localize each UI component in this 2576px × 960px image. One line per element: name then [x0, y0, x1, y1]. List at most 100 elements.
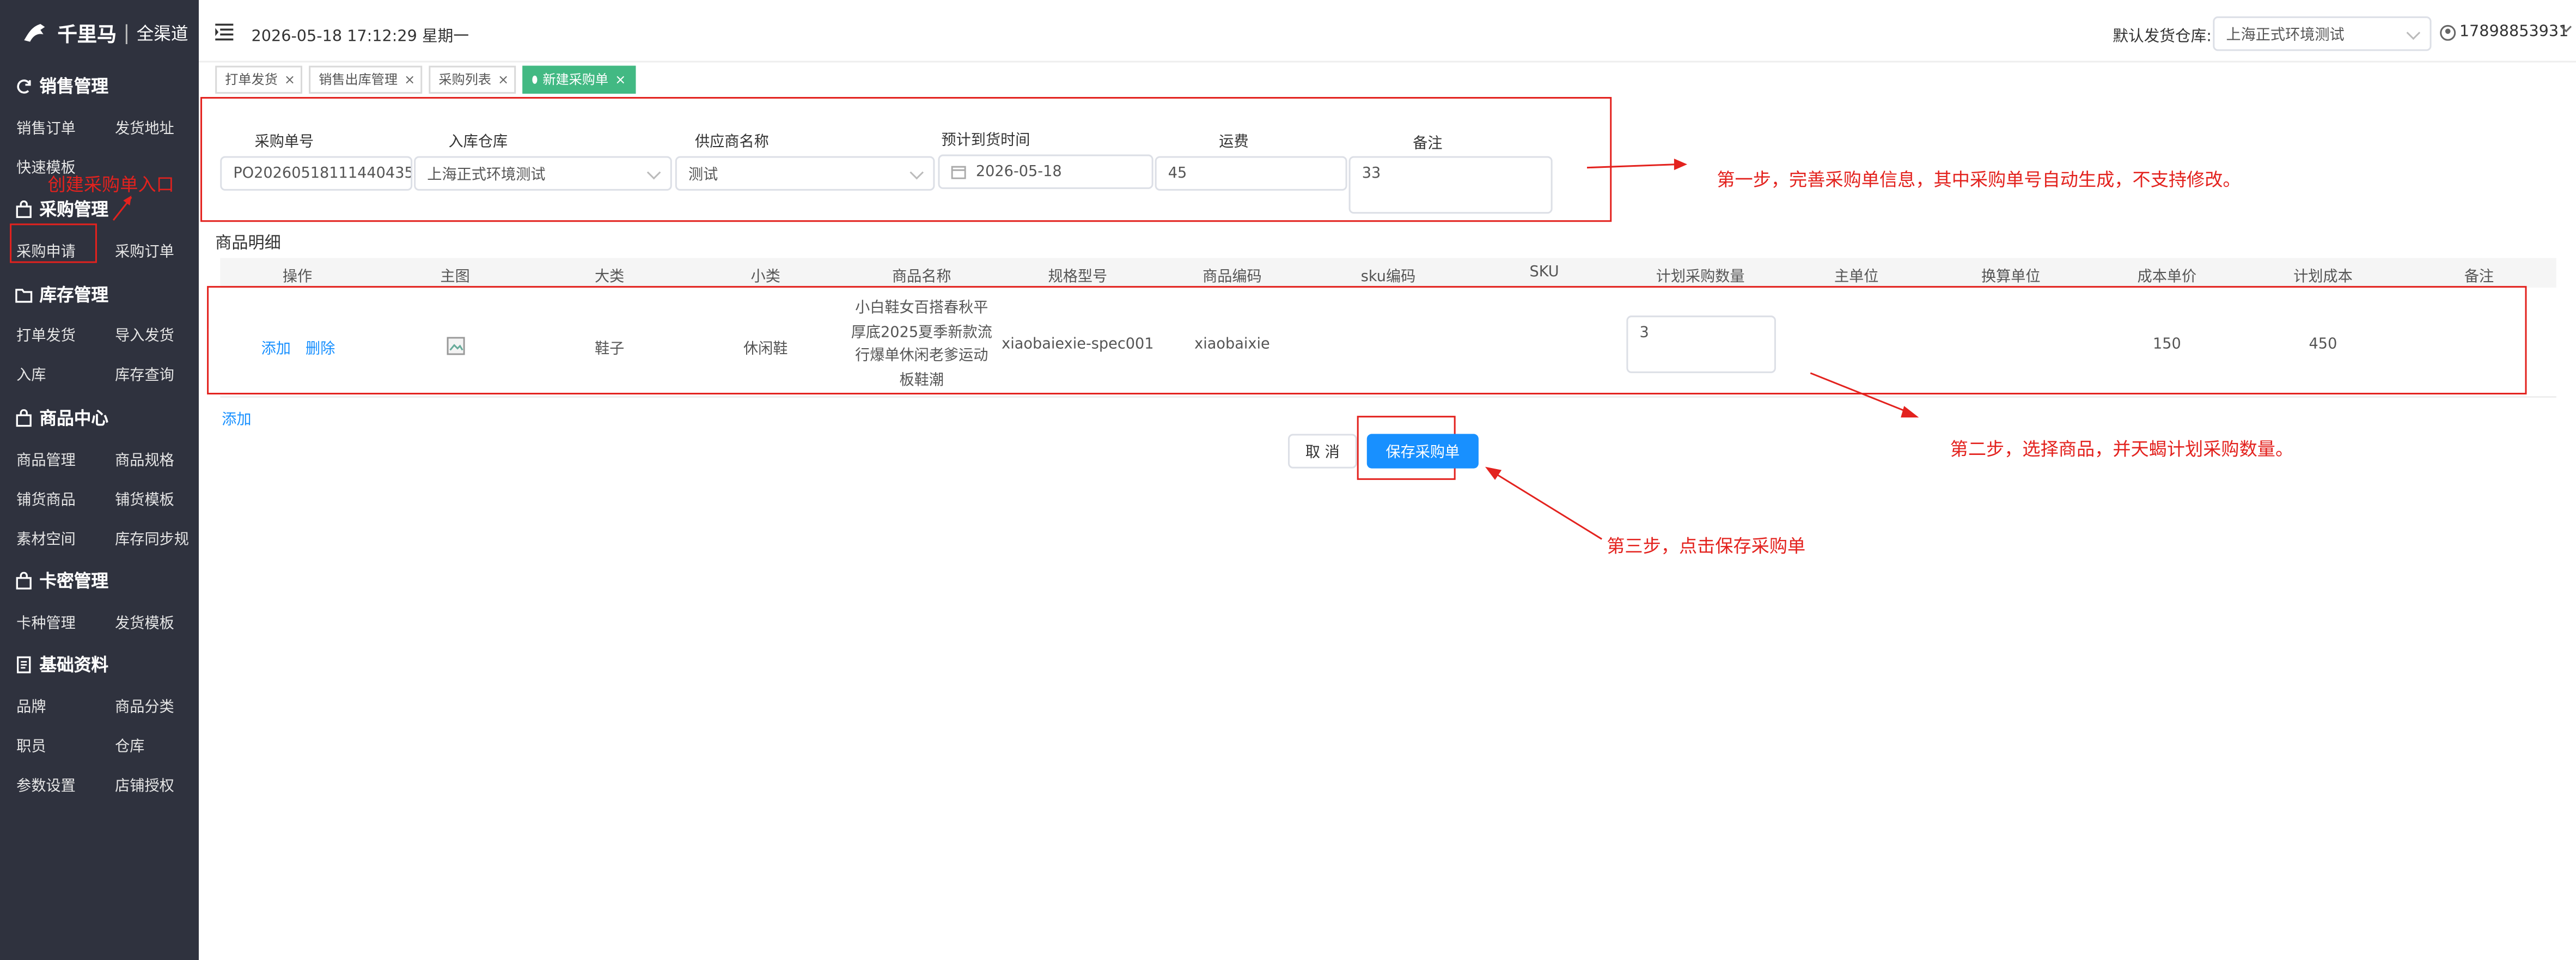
step1-annotation: 第一步，完善采购单信息，其中采购单号自动生成，不支持修改。 [1717, 169, 2241, 191]
close-icon[interactable]: × [284, 72, 295, 87]
chevron-down-icon [2406, 26, 2421, 40]
sidebar-item-card-types[interactable]: 卡种管理 [16, 611, 76, 633]
sidebar-section-sales[interactable]: 销售管理 [15, 74, 108, 99]
chevron-down-icon[interactable] [2560, 25, 2573, 34]
supplier-label: 供应商名称 [695, 135, 769, 151]
sidebar-item-distribution-template[interactable]: 铺货模板 [115, 488, 174, 509]
folder-icon [15, 289, 33, 303]
sidebar-section-basics[interactable]: 基础资料 [15, 653, 108, 677]
doc-icon [17, 656, 31, 673]
column-header: SKU [1529, 264, 1559, 281]
tab-sales-outbound[interactable]: 销售出库管理 × [309, 65, 423, 94]
eta-date-picker[interactable]: 2026-05-18 [938, 154, 1153, 189]
add-row-link[interactable]: 添加 [222, 408, 251, 429]
supplier-select[interactable]: 测试 [675, 156, 935, 191]
product-name-line: 板鞋潮 [899, 372, 944, 389]
sidebar-item-product-spec[interactable]: 商品规格 [115, 449, 174, 470]
plan-qty-textarea[interactable]: 3 [1626, 315, 1776, 373]
sidebar-item-ship-address[interactable]: 发货地址 [115, 117, 174, 138]
tab-label: 打单发货 [225, 72, 278, 87]
sidebar-item-import-ship[interactable]: 导入发货 [115, 324, 174, 345]
bag-icon [16, 200, 32, 218]
sidebar-item-sales-orders[interactable]: 销售订单 [16, 117, 76, 138]
step2-arrow-icon [1810, 372, 1919, 418]
sidebar-item-category[interactable]: 商品分类 [115, 695, 174, 716]
column-header: 商品名称 [892, 269, 951, 286]
sidebar-item-print-ship[interactable]: 打单发货 [16, 324, 76, 345]
cell-subcategory: 休闲鞋 [743, 342, 788, 359]
sidebar-item-stock-query[interactable]: 库存查询 [115, 363, 174, 385]
column-header: 计划采购数量 [1656, 269, 1745, 286]
cell-plan-cost: 450 [2309, 337, 2337, 354]
sidebar-section-cards[interactable]: 卡密管理 [15, 569, 108, 593]
remark-textarea[interactable]: 33 [1348, 156, 1553, 214]
section-title: 库存管理 [39, 285, 109, 306]
supplier-value: 测试 [688, 167, 718, 184]
tab-purchase-list[interactable]: 采购列表 × [429, 65, 516, 94]
calendar-icon [951, 166, 966, 179]
row-add-link[interactable]: 添加 [261, 337, 291, 358]
entry-arrow-icon [112, 195, 132, 221]
sidebar-item-warehouse[interactable]: 仓库 [115, 734, 144, 756]
cell-category: 鞋子 [594, 342, 625, 359]
sidebar-section-products[interactable]: 商品中心 [15, 406, 108, 430]
default-warehouse-value: 上海正式环境测试 [2226, 28, 2345, 45]
tab-new-purchase-order[interactable]: 新建采购单 × [522, 65, 636, 94]
column-header: 操作 [282, 269, 313, 286]
section-title: 销售管理 [39, 77, 109, 97]
product-name-line: 行爆单休闲老爹运动 [855, 348, 988, 365]
warehouse-select[interactable]: 上海正式环境测试 [414, 156, 672, 191]
eta-value: 2026-05-18 [975, 163, 1062, 180]
sidebar-item-shop-auth[interactable]: 店铺授权 [115, 774, 174, 795]
bag-icon [16, 572, 32, 590]
sidebar-item-distribution-products[interactable]: 铺货商品 [16, 488, 76, 509]
warehouse-value: 上海正式环境测试 [427, 167, 546, 184]
po-no-input[interactable]: PO20260518111440435€ [220, 156, 413, 191]
sidebar-item-ship-template[interactable]: 发货模板 [115, 611, 174, 633]
horse-logo-icon [24, 24, 45, 42]
warehouse-label: 入库仓库 [448, 135, 508, 151]
tab-label: 采购列表 [438, 72, 491, 87]
broken-image-icon [447, 337, 465, 355]
sidebar-item-brand[interactable]: 品牌 [16, 695, 46, 716]
column-header: 主单位 [1834, 269, 1879, 286]
column-header: 换算单位 [1981, 269, 2041, 286]
user-account[interactable]: 17898853931 [2459, 23, 2569, 41]
sidebar-section-purchase[interactable]: 采购管理 [15, 197, 108, 222]
menu-fold-icon[interactable] [215, 23, 235, 41]
save-purchase-order-button[interactable]: 保存采购单 [1366, 434, 1479, 469]
brand-logo[interactable]: 千里马 | 全渠道 [20, 15, 188, 51]
freight-input[interactable]: 45 [1155, 156, 1347, 191]
chevron-down-icon [909, 165, 924, 180]
detail-section-title: 商品明细 [215, 235, 281, 253]
sidebar-section-inventory[interactable]: 库存管理 [15, 283, 108, 307]
sidebar-item-stock-sync[interactable]: 库存同步规 [115, 527, 191, 549]
column-header: 主图 [440, 269, 470, 286]
sidebar-item-purchase-orders[interactable]: 采购订单 [115, 240, 174, 261]
sidebar-item-settings[interactable]: 参数设置 [16, 774, 76, 795]
column-header: 备注 [2464, 269, 2494, 286]
column-header: 商品编码 [1202, 269, 1262, 286]
remark-label: 备注 [1413, 136, 1443, 153]
sidebar-item-staff[interactable]: 职员 [16, 734, 46, 756]
column-header: 规格型号 [1048, 269, 1108, 286]
column-header: 大类 [594, 269, 625, 286]
product-name-line: 厚底2025夏季新款流 [851, 324, 992, 341]
column-header: 成本单价 [2137, 269, 2197, 286]
sidebar-item-material-space[interactable]: 素材空间 [16, 527, 76, 549]
cell-unit-price: 150 [2152, 337, 2181, 354]
row-delete-link[interactable]: 删除 [306, 337, 335, 358]
close-icon[interactable]: × [498, 72, 509, 87]
tab-print-ship[interactable]: 打单发货 × [215, 65, 303, 94]
sidebar-item-stock-in[interactable]: 入库 [16, 363, 46, 385]
close-icon[interactable]: × [615, 72, 626, 87]
section-title: 商品中心 [39, 409, 109, 429]
cell-product-name: 小白鞋女百搭春秋平 厚底2025夏季新款流 行爆单休闲老爹运动 板鞋潮 [851, 297, 992, 393]
close-icon[interactable]: × [404, 72, 415, 87]
active-dot-icon [532, 75, 538, 84]
tab-label: 新建采购单 [542, 72, 609, 87]
default-warehouse-select[interactable]: 上海正式环境测试 [2213, 16, 2432, 51]
cancel-button[interactable]: 取 消 [1287, 434, 1357, 469]
sidebar-item-product-mgmt[interactable]: 商品管理 [16, 449, 76, 470]
chevron-down-icon [646, 165, 661, 180]
